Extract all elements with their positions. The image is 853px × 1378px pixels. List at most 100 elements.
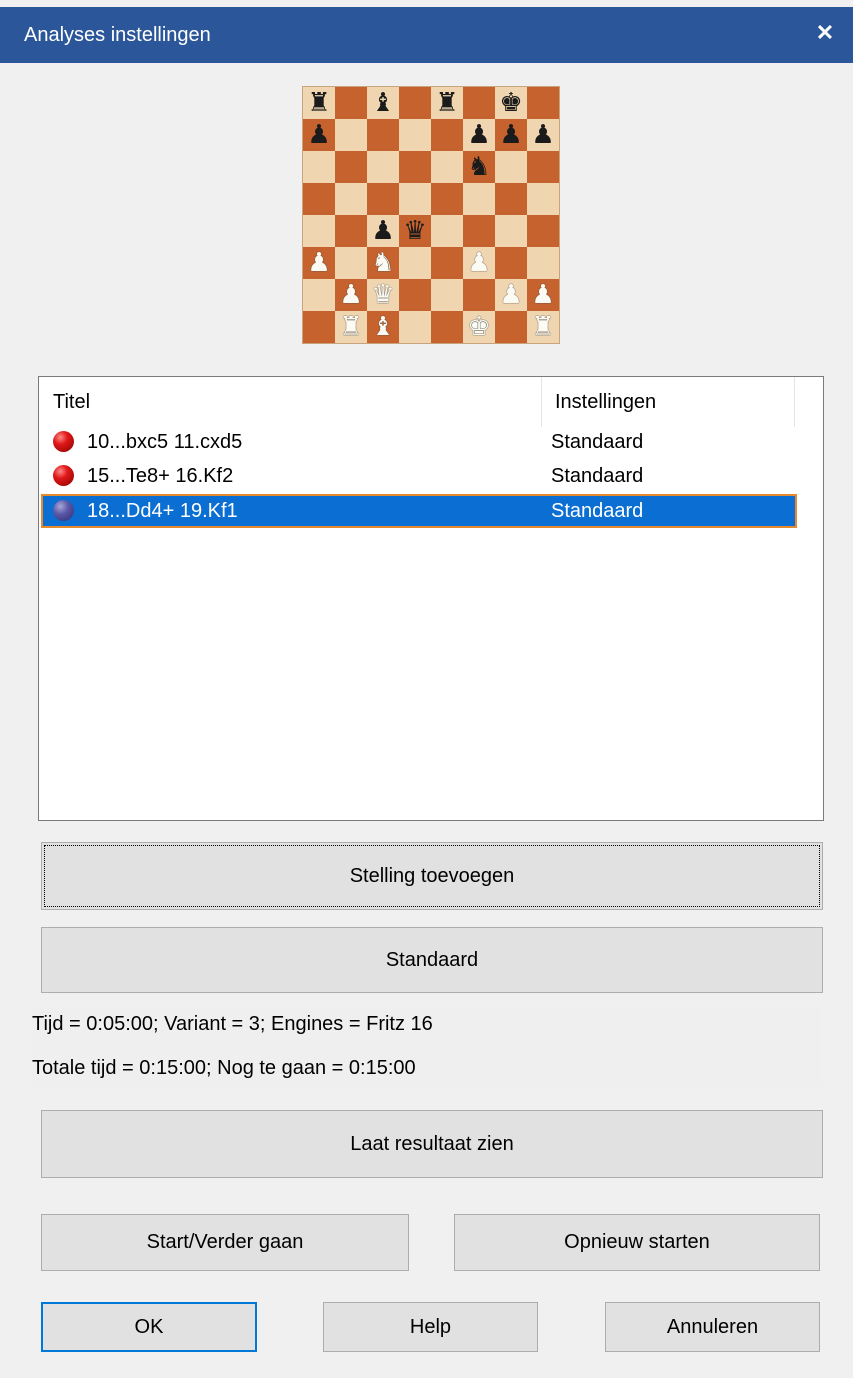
board-square (527, 183, 559, 215)
board-square (335, 215, 367, 247)
board-square (431, 183, 463, 215)
board-square (527, 247, 559, 279)
column-separator[interactable] (794, 377, 795, 427)
add-position-button[interactable]: Stelling toevoegen (41, 842, 823, 910)
restart-button[interactable]: Opnieuw starten (454, 1214, 820, 1271)
board-square (463, 215, 495, 247)
black-bishop-icon: ♝ (371, 88, 395, 118)
black-rook-icon: ♜ (307, 88, 331, 118)
standard-settings-button[interactable]: Standaard (41, 927, 823, 993)
board-square (431, 279, 463, 311)
board-square: ♟ (495, 279, 527, 311)
board-square (399, 119, 431, 151)
list-item-selected[interactable]: 18...Dd4+ 19.Kf1 Standaard (41, 494, 797, 528)
board-square (431, 215, 463, 247)
list-item-title: 15...Te8+ 16.Kf2 (87, 465, 234, 487)
list-item[interactable]: 10...bxc5 11.cxd5 Standaard (43, 427, 795, 457)
board-square (335, 151, 367, 183)
white-knight-icon: ♞ (371, 248, 395, 278)
board-square: ♝ (367, 311, 399, 343)
start-continue-button[interactable]: Start/Verder gaan (41, 1214, 409, 1271)
column-header-title[interactable]: Titel (53, 377, 541, 427)
board-square: ♚ (495, 87, 527, 119)
board-square (303, 215, 335, 247)
board-square (335, 183, 367, 215)
white-king-icon: ♚ (467, 312, 491, 342)
white-bishop-icon: ♝ (371, 312, 395, 342)
white-pawn-icon: ♟ (467, 248, 491, 278)
blue-ball-icon (53, 500, 74, 521)
black-rook-icon: ♜ (435, 88, 459, 118)
board-square (463, 87, 495, 119)
board-square: ♝ (367, 87, 399, 119)
board-square: ♛ (399, 215, 431, 247)
board-square (399, 183, 431, 215)
board-square: ♛ (367, 279, 399, 311)
board-square: ♜ (303, 87, 335, 119)
board-square (367, 151, 399, 183)
column-header-settings[interactable]: Instellingen (555, 377, 795, 427)
board-square (367, 183, 399, 215)
board-square: ♟ (527, 279, 559, 311)
board-square: ♟ (463, 247, 495, 279)
board-square (335, 247, 367, 279)
show-result-button[interactable]: Laat resultaat zien (41, 1110, 823, 1178)
info-line-total: Totale tijd = 0:15:00; Nog te gaan = 0:1… (32, 1057, 416, 1079)
board-square: ♟ (367, 215, 399, 247)
info-line-time: Tijd = 0:05:00; Variant = 3; Engines = F… (32, 1013, 433, 1035)
board-square (527, 151, 559, 183)
board-square (495, 151, 527, 183)
black-pawn-icon: ♟ (371, 216, 395, 246)
red-ball-icon (53, 465, 74, 486)
board-square (527, 87, 559, 119)
dialog-title: Analyses instellingen (24, 24, 211, 46)
cancel-button[interactable]: Annuleren (605, 1302, 820, 1352)
board-square (303, 151, 335, 183)
positions-list[interactable]: Titel Instellingen 10...bxc5 11.cxd5 Sta… (38, 376, 824, 821)
list-item-title: 10...bxc5 11.cxd5 (87, 431, 243, 453)
black-king-icon: ♚ (499, 88, 523, 118)
board-square (367, 119, 399, 151)
black-queen-icon: ♛ (403, 216, 427, 246)
dialog-content: ♜ ♝ ♜ ♚ ♟ ♟ ♟ ♟ ♞ ♟ ♛ ♟ ♞ ♟ ♟ ♛ ♟ ♟ ♜ ♝ ♚ ♜ Titel Instellinge… (8, 63, 846, 1371)
board-square: ♟ (495, 119, 527, 151)
board-square (495, 311, 527, 343)
board-square (399, 247, 431, 279)
analysis-settings-dialog: Analyses instellingen ✕ ♜ ♝ ♜ ♚ ♟ ♟ ♟ ♟ ♞ ♟ ♛ ♟ ♞ ♟ ♟ ♛… (0, 0, 853, 1378)
board-square: ♞ (463, 151, 495, 183)
board-square (399, 151, 431, 183)
white-queen-icon: ♛ (371, 280, 395, 310)
column-separator[interactable] (541, 377, 542, 427)
white-rook-icon: ♜ (339, 312, 363, 342)
board-square (399, 311, 431, 343)
board-square (303, 311, 335, 343)
white-pawn-icon: ♟ (307, 248, 331, 278)
board-square: ♚ (463, 311, 495, 343)
board-square (431, 247, 463, 279)
board-square (335, 87, 367, 119)
board-square (303, 183, 335, 215)
board-square (399, 279, 431, 311)
black-knight-icon: ♞ (467, 152, 491, 182)
black-pawn-icon: ♟ (531, 120, 555, 150)
board-square: ♜ (335, 311, 367, 343)
black-pawn-icon: ♟ (499, 120, 523, 150)
board-square (495, 247, 527, 279)
board-square (303, 279, 335, 311)
board-square (527, 215, 559, 247)
board-square (335, 119, 367, 151)
board-square: ♟ (527, 119, 559, 151)
black-pawn-icon: ♟ (467, 120, 491, 150)
board-square (399, 87, 431, 119)
chess-board-preview: ♜ ♝ ♜ ♚ ♟ ♟ ♟ ♟ ♞ ♟ ♛ ♟ ♞ ♟ ♟ ♛ ♟ ♟ ♜ ♝ ♚ ♜ (303, 87, 559, 343)
black-pawn-icon: ♟ (307, 120, 331, 150)
ok-button[interactable]: OK (41, 1302, 257, 1352)
board-square: ♟ (335, 279, 367, 311)
close-icon[interactable]: ✕ (797, 7, 853, 59)
title-bar[interactable]: Analyses instellingen ✕ (0, 7, 853, 63)
list-item[interactable]: 15...Te8+ 16.Kf2 Standaard (43, 461, 795, 491)
help-button[interactable]: Help (323, 1302, 538, 1352)
board-square: ♟ (463, 119, 495, 151)
list-header: Titel Instellingen (39, 377, 795, 427)
board-square (463, 279, 495, 311)
